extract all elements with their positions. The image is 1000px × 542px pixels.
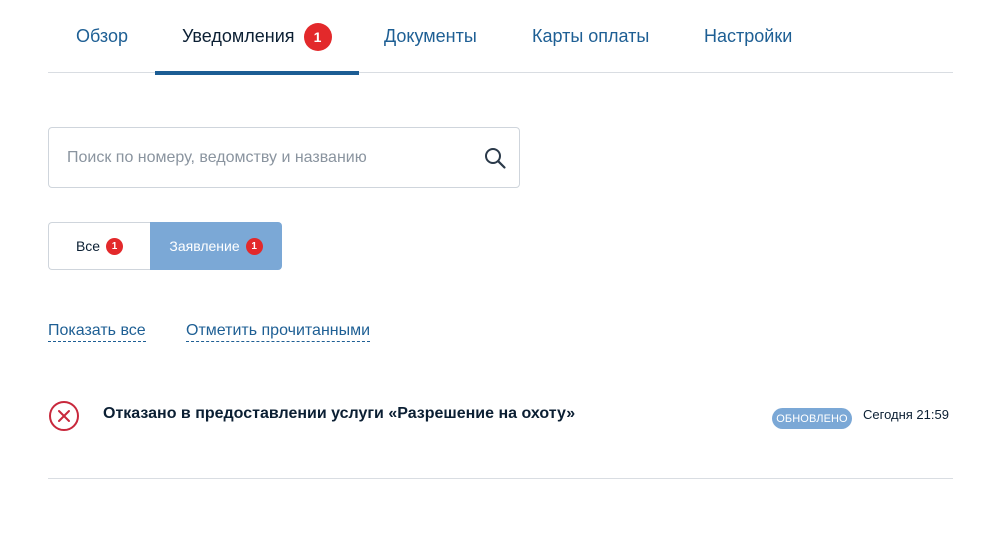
filter-count-badge: 1 <box>106 237 124 255</box>
notification-count-badge: 1 <box>303 22 332 51</box>
mark-read-link[interactable]: Отметить прочитанными <box>186 320 371 342</box>
tab-payment-cards[interactable]: Карты оплаты <box>532 0 649 73</box>
search-icon[interactable] <box>483 146 507 170</box>
tab-label: Настройки <box>704 26 793 46</box>
tab-notifications[interactable]: Уведомления 1 <box>155 0 359 75</box>
filter-application-button[interactable]: Заявление 1 <box>150 222 282 270</box>
tab-bar: Обзор Уведомления 1 Документы Карты опла… <box>48 0 953 75</box>
filter-toggle-group: Все 1 Заявление 1 <box>48 222 282 270</box>
search-input[interactable] <box>49 128 459 187</box>
tab-settings[interactable]: Настройки <box>704 0 792 73</box>
filter-label: Заявление <box>169 238 240 254</box>
tab-label: Документы <box>384 26 477 46</box>
status-badge: ОБНОВЛЕНО <box>772 408 852 429</box>
tab-overview[interactable]: Обзор <box>76 0 128 73</box>
show-all-link[interactable]: Показать все <box>48 320 146 342</box>
tab-documents[interactable]: Документы <box>384 0 477 73</box>
tab-label: Карты оплаты <box>532 26 650 46</box>
error-circle-x-icon <box>49 401 79 431</box>
search-box <box>48 127 520 188</box>
notification-title: Отказано в предоставлении услуги «Разреш… <box>103 405 576 422</box>
tab-label: Обзор <box>76 26 128 46</box>
divider <box>48 478 953 479</box>
tab-label: Уведомления <box>182 26 295 46</box>
notification-timestamp: Сегодня 21:59 <box>863 407 949 422</box>
filter-all-button[interactable]: Все 1 <box>48 222 150 270</box>
notification-item[interactable]: Отказано в предоставлении услуги «Разреш… <box>48 395 953 437</box>
filter-count-badge: 1 <box>245 237 263 255</box>
filter-label: Все <box>75 238 101 254</box>
